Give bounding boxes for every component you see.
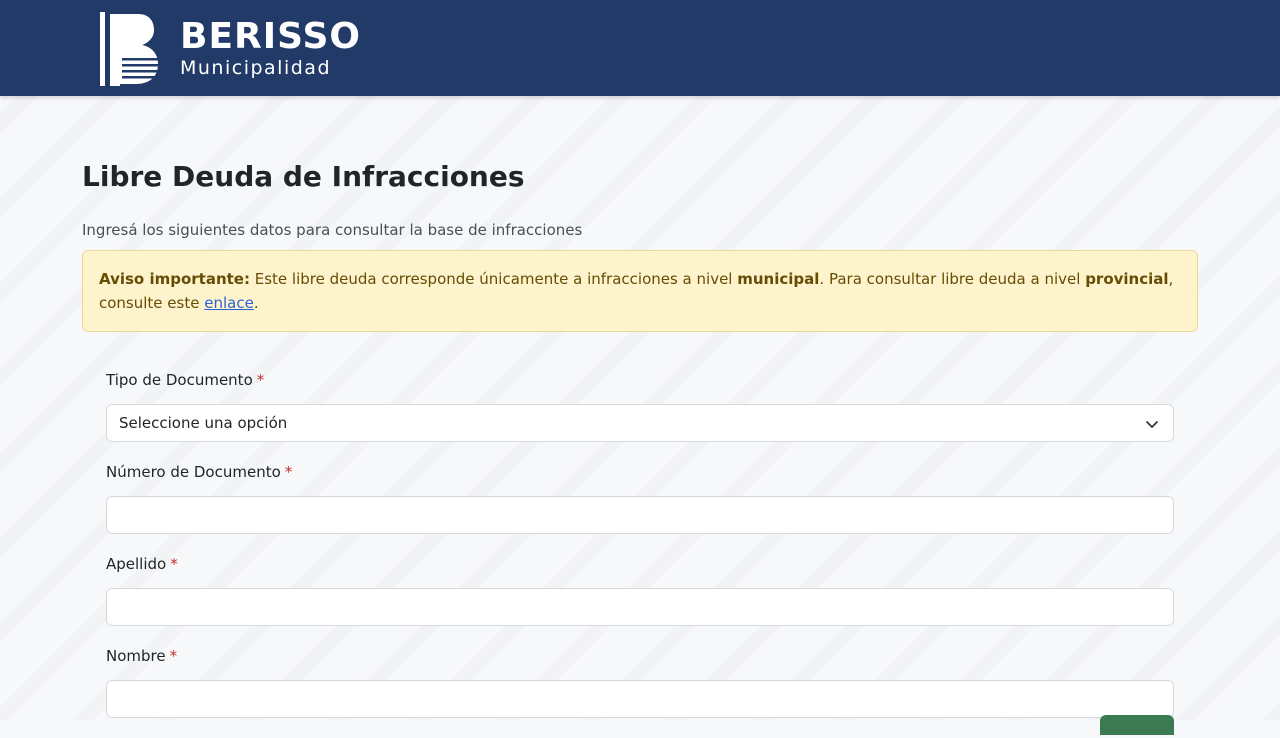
notice-text-4: . <box>254 294 259 312</box>
label-numero-documento: Número de Documento* <box>106 462 1174 482</box>
brand-sub: Municipalidad <box>180 57 361 79</box>
select-value: Seleccione una opción <box>119 414 287 432</box>
notice-bold-provincial: provincial <box>1085 270 1168 288</box>
required-mark: * <box>170 555 178 573</box>
submit-button[interactable] <box>1100 715 1174 735</box>
page-intro: Ingresá los siguientes datos para consul… <box>82 220 582 240</box>
label-nombre: Nombre* <box>106 646 1174 666</box>
tipo-documento-select[interactable]: Seleccione una opción <box>106 404 1174 442</box>
field-numero-documento: Número de Documento* <box>106 462 1174 534</box>
label-text: Apellido <box>106 555 166 573</box>
apellido-input[interactable] <box>106 588 1174 626</box>
required-mark: * <box>170 647 178 665</box>
berisso-logo-icon <box>98 12 160 86</box>
field-apellido: Apellido* <box>106 554 1174 626</box>
label-text: Tipo de Documento <box>106 371 253 389</box>
site-header: BERISSO Municipalidad <box>0 0 1280 96</box>
logo-text: BERISSO Municipalidad <box>180 19 361 79</box>
numero-documento-input[interactable] <box>106 496 1174 534</box>
field-nombre: Nombre* <box>106 646 1174 718</box>
brand-name: BERISSO <box>180 19 361 55</box>
important-notice: Aviso importante: Este libre deuda corre… <box>82 250 1198 332</box>
chevron-down-icon <box>1145 417 1159 431</box>
required-mark: * <box>285 463 293 481</box>
field-tipo-documento: Tipo de Documento* Seleccione una opción <box>106 370 1174 442</box>
notice-bold-municipal: municipal <box>737 270 819 288</box>
notice-text-2: . Para consultar libre deuda a nivel <box>819 270 1085 288</box>
nombre-input[interactable] <box>106 680 1174 718</box>
label-text: Número de Documento <box>106 463 281 481</box>
page-title: Libre Deuda de Infracciones <box>82 158 525 196</box>
consulta-form: Tipo de Documento* Seleccione una opción… <box>106 370 1174 738</box>
provincial-link[interactable]: enlace <box>204 294 254 312</box>
label-tipo-documento: Tipo de Documento* <box>106 370 1174 390</box>
label-text: Nombre <box>106 647 166 665</box>
notice-text-1: Este libre deuda corresponde únicamente … <box>250 270 737 288</box>
label-apellido: Apellido* <box>106 554 1174 574</box>
berisso-logo[interactable]: BERISSO Municipalidad <box>98 12 361 86</box>
notice-lead: Aviso importante: <box>99 270 250 288</box>
required-mark: * <box>257 371 265 389</box>
